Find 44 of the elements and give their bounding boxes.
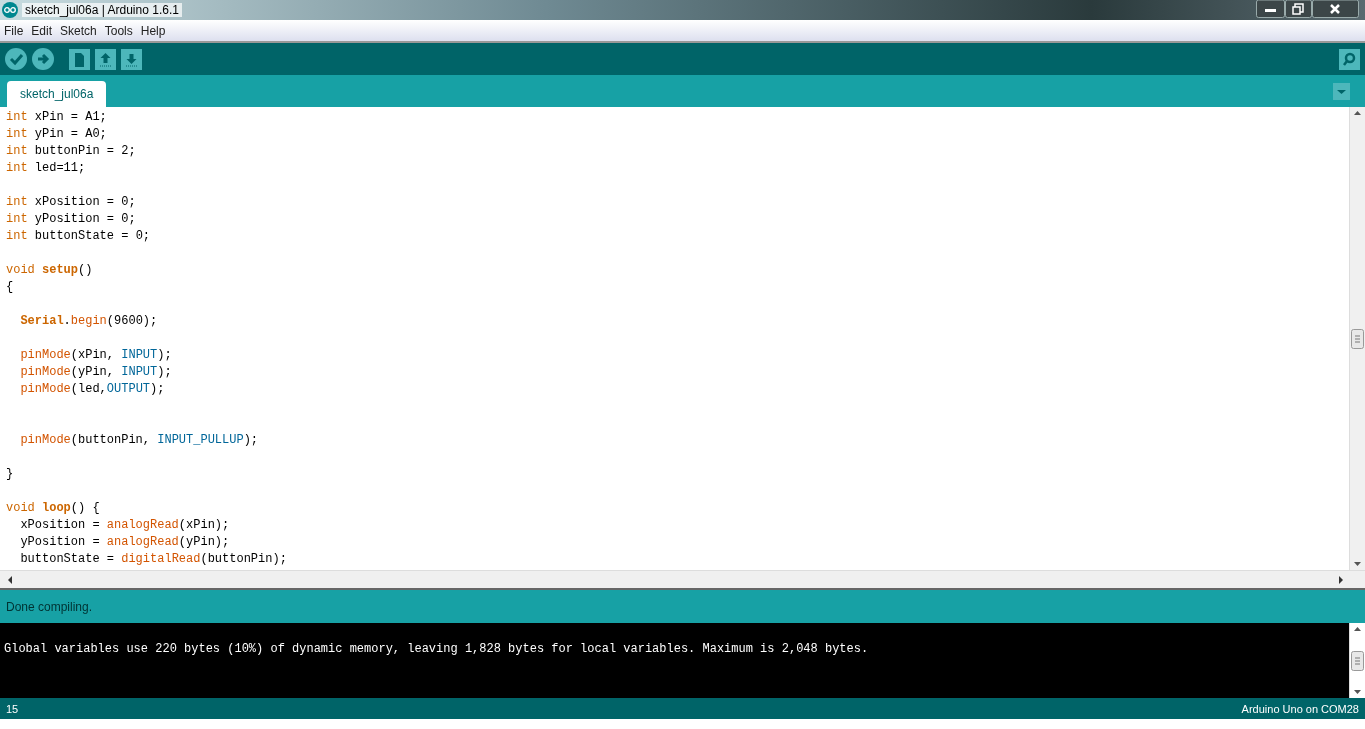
menu-item[interactable]: Edit [31,23,53,38]
menu-item[interactable]: Help [140,23,166,38]
code-line: pinMode(yPin, INPUT); [20,365,172,379]
verify-button[interactable] [5,48,27,70]
code-line: } [6,467,14,481]
menu-item[interactable]: File [4,23,24,38]
code-line: { [6,280,14,294]
save-button[interactable] [121,48,142,70]
close-button[interactable] [1312,0,1359,18]
code-line: buttonState = digitalRead(buttonPin); [20,552,287,566]
code-line: pinMode(buttonPin, INPUT_PULLUP); [20,433,259,447]
line-number: 15 [6,702,19,715]
console-line: Global variables use 220 bytes (10%) of dynamic memory, leaving 1,828 bytes for local variables. Maximum is 2,048 bytes. [4,642,870,656]
window-title: sketch_jul06a | Arduino 1.6.1 [22,3,182,17]
upload-button[interactable] [32,48,54,70]
tab[interactable]: sketch_jul06a [7,81,107,107]
new-sketch-button[interactable] [69,48,90,70]
code-line: Serial.begin(9600); [20,314,158,328]
code-line: int led=11; [6,161,86,175]
code-line: int xPin = A1; [6,110,107,124]
code-line: pinMode(led,OUTPUT); [20,382,165,396]
code-line: int buttonState = 0; [6,229,151,243]
open-button[interactable] [95,48,116,70]
menu-item[interactable]: Tools [104,23,133,38]
restore-button[interactable] [1285,0,1312,18]
code-line: xPosition = analogRead(xPin); [20,518,230,532]
code-line: void setup() [6,263,93,277]
scroll-right-icon [1337,574,1345,585]
status-message: Done compiling. [6,599,93,614]
code-line: yPosition = analogRead(yPin); [20,535,230,549]
arduino-logo-icon [2,2,18,18]
code-line: int yPosition = 0; [6,212,136,226]
code-line: int xPosition = 0; [6,195,136,209]
scrollbar-thumb[interactable] [1351,328,1364,349]
code-line: int buttonPin = 2; [6,144,136,158]
minimize-button[interactable] [1256,0,1285,18]
menu-item[interactable]: Sketch [60,23,97,38]
board-port-label: Arduino Uno on COM28 [1241,702,1359,715]
code-line: void loop() { [6,501,100,515]
code-line: pinMode(xPin, INPUT); [20,348,172,362]
code-line: int yPin = A0; [6,127,107,141]
scrollbar-thumb[interactable] [1351,650,1364,671]
serial-monitor-button[interactable] [1339,48,1360,70]
scroll-left-icon [6,574,14,585]
